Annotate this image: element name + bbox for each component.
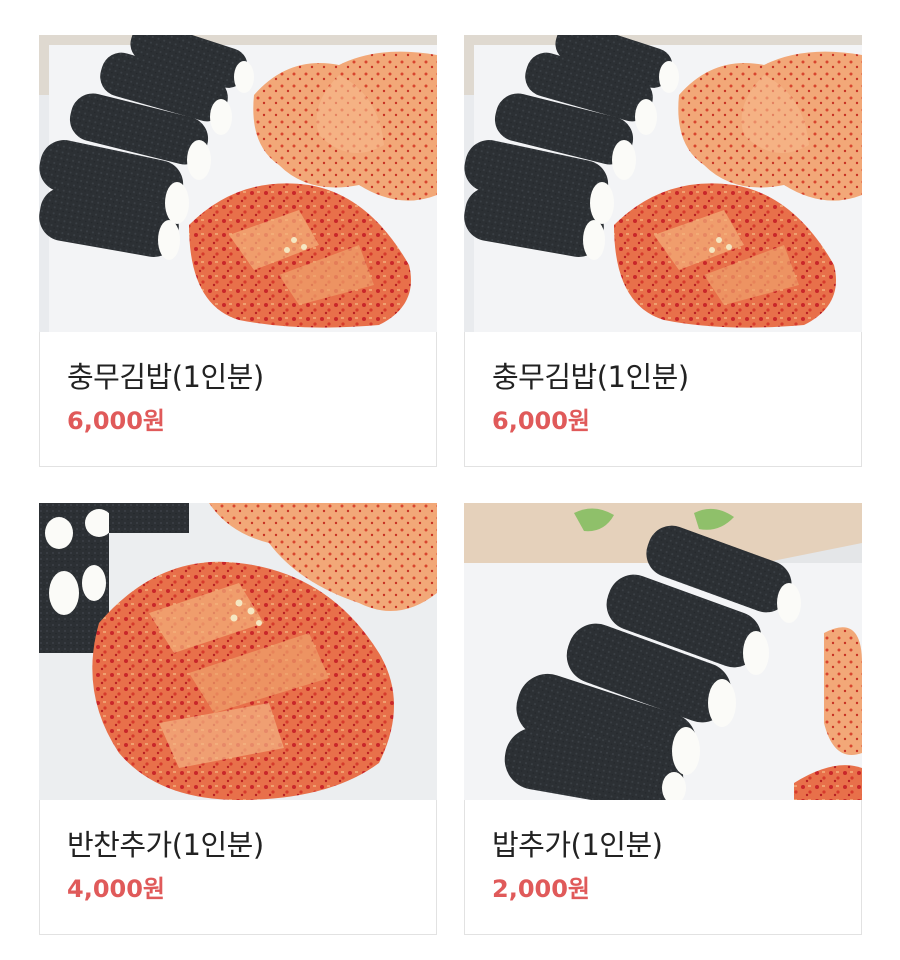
product-name: 반찬추가(1인분) (67, 828, 264, 862)
product-name: 충무김밥(1인분) (67, 360, 264, 394)
product-card[interactable]: 반찬추가(1인분) 4,000원 (39, 503, 437, 935)
product-card[interactable]: 밥추가(1인분) 2,000원 (464, 503, 862, 935)
side-dish-kimchi-photo (39, 503, 437, 800)
product-name: 밥추가(1인분) (492, 828, 663, 862)
product-name: 충무김밥(1인분) (492, 360, 689, 394)
seaweed-rice-rolls-photo (464, 503, 862, 800)
product-price: 2,000원 (492, 875, 590, 903)
kimbap-with-kimchi-photo (39, 35, 437, 332)
product-price: 6,000원 (67, 407, 165, 435)
product-price: 4,000원 (67, 875, 165, 903)
product-card[interactable]: 충무김밥(1인분) 6,000원 (464, 35, 862, 467)
product-price: 6,000원 (492, 407, 590, 435)
kimbap-with-kimchi-photo (464, 35, 862, 332)
product-grid: 충무김밥(1인분) 6,000원 충무김밥(1인분) 6,000원 반찬추가(1… (0, 0, 900, 960)
product-card[interactable]: 충무김밥(1인분) 6,000원 (39, 35, 437, 467)
